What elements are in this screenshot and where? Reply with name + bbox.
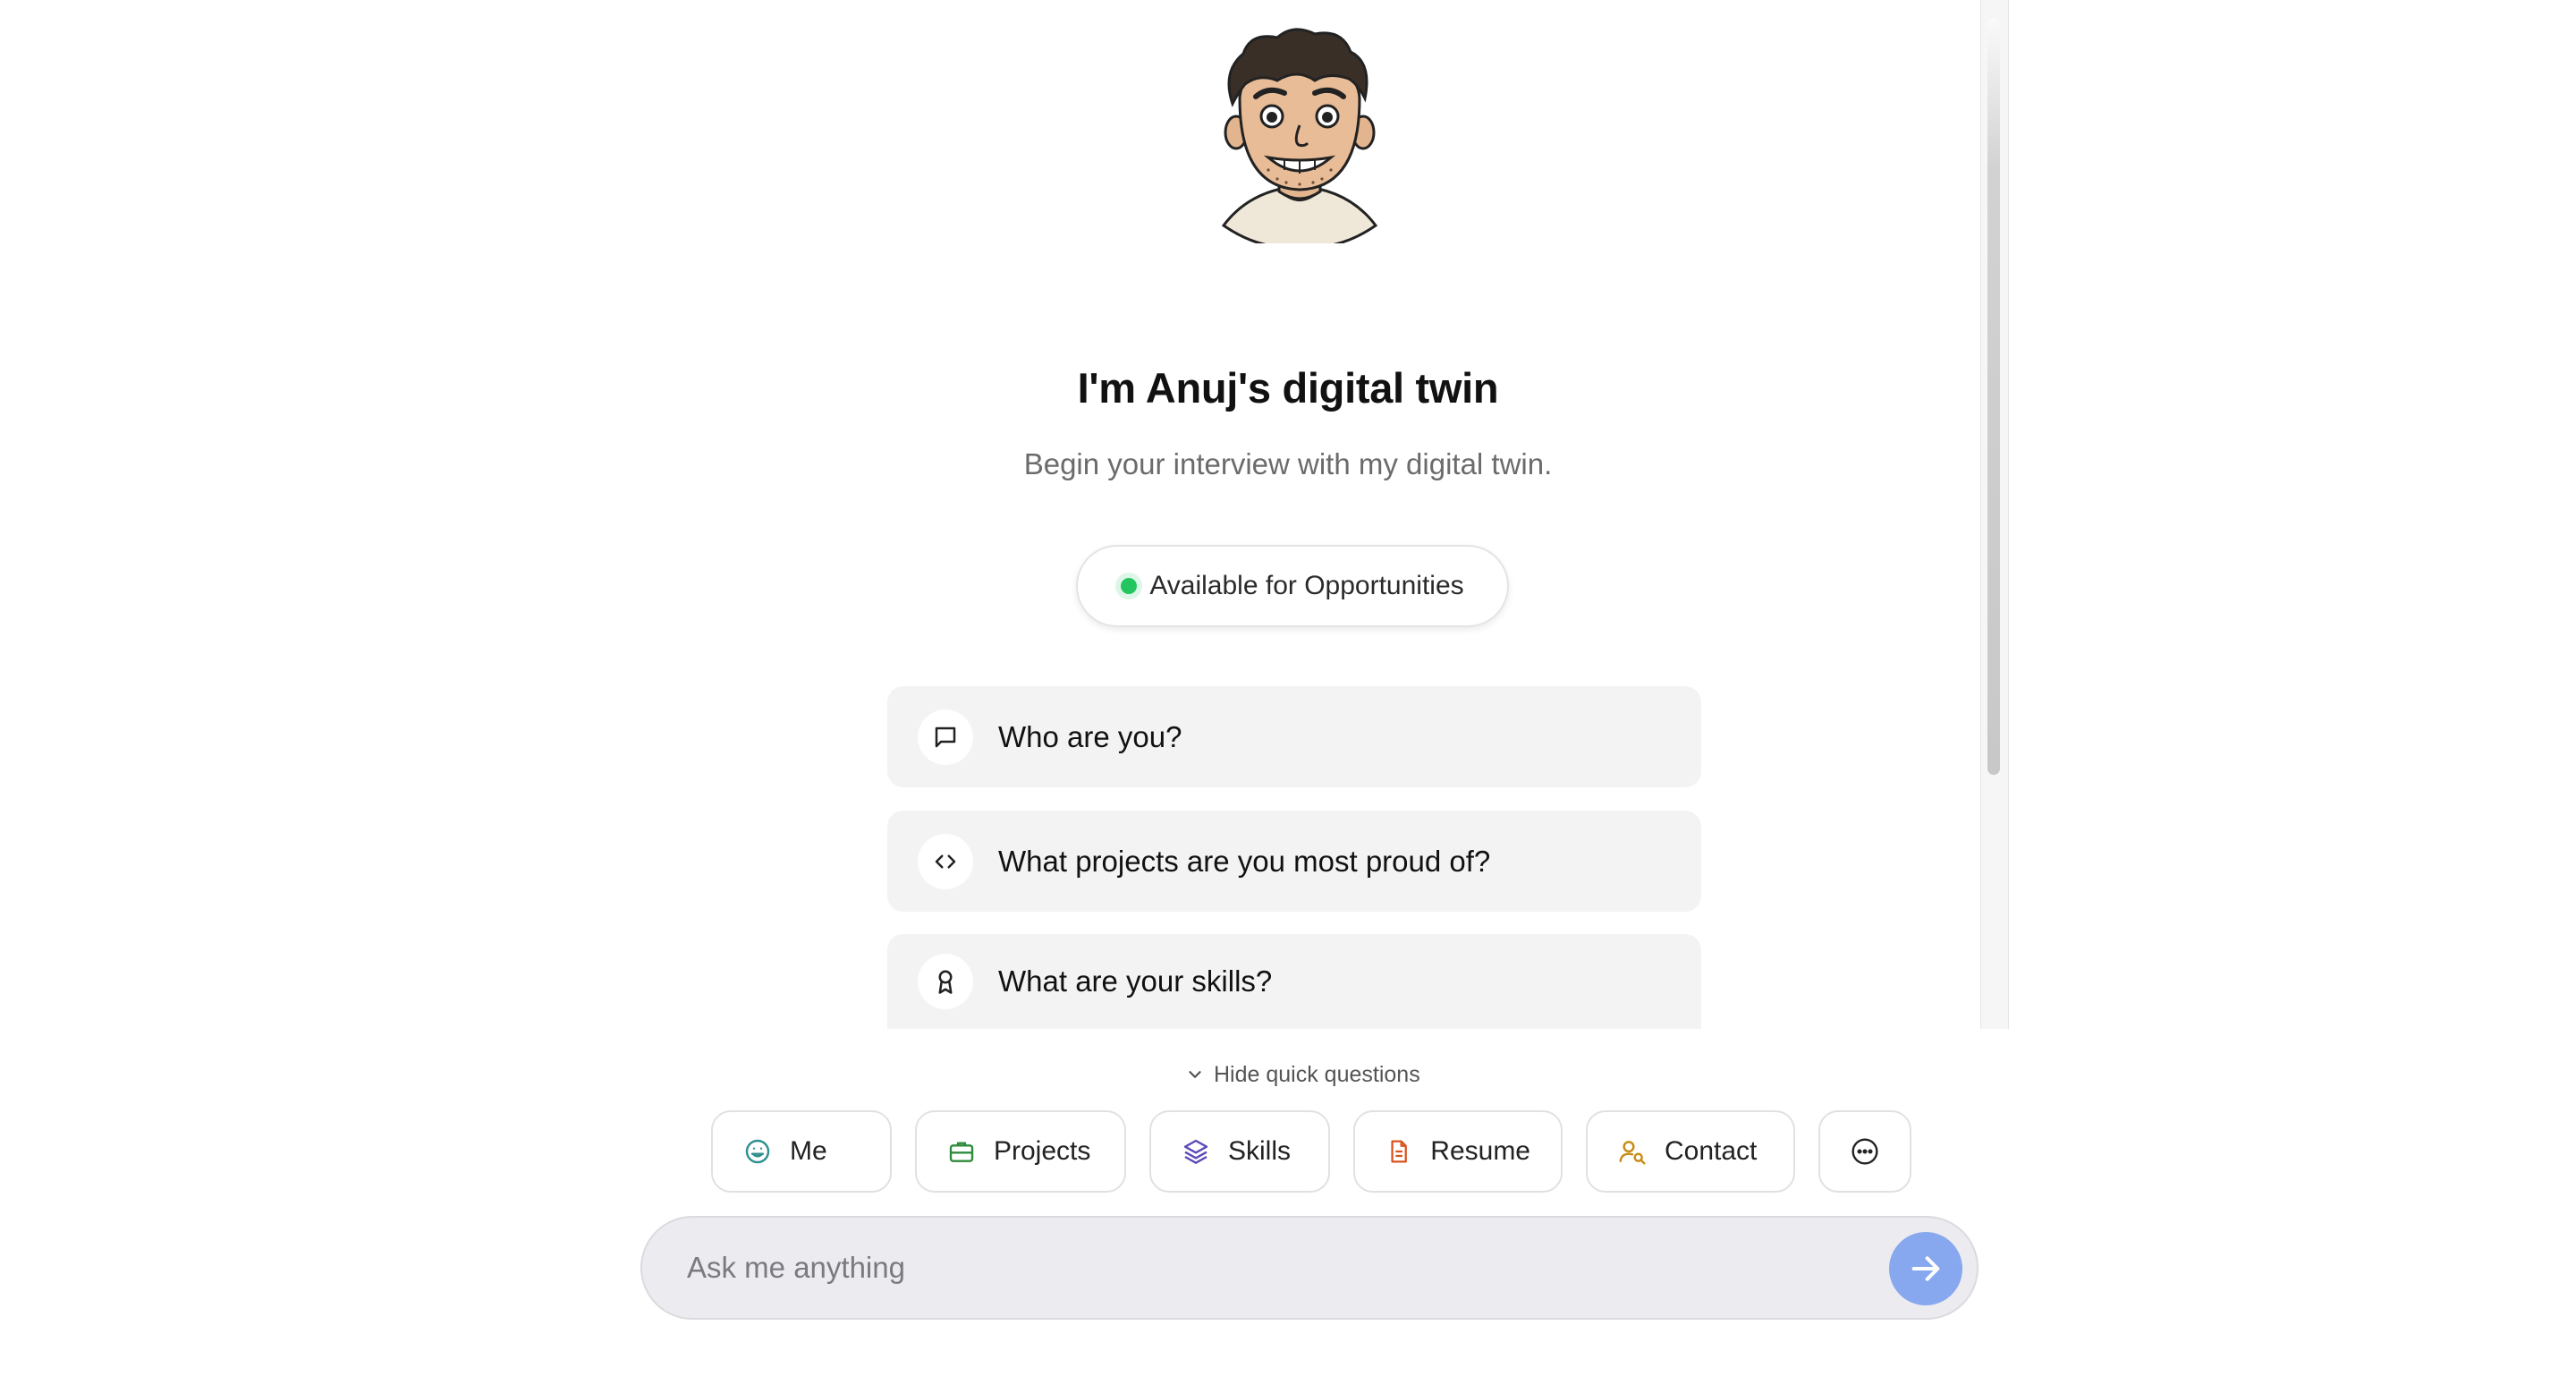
more-horizontal-icon [1852, 1138, 1878, 1165]
quick-question-label: Who are you? [998, 719, 1182, 753]
arrow-right-icon [1911, 1256, 1940, 1281]
status-dot-icon [1121, 578, 1138, 594]
chip-label: Projects [994, 1136, 1091, 1166]
chevron-down-icon [1189, 1071, 1201, 1078]
chip-me[interactable]: Me [711, 1110, 892, 1193]
chip-label: Skills [1228, 1136, 1292, 1166]
code-icon [918, 833, 973, 889]
availability-badge: Available for Opportunities [1076, 545, 1509, 627]
hide-quick-questions-toggle[interactable]: Hide quick questions [1185, 1059, 1420, 1090]
more-options-button[interactable] [1818, 1110, 1911, 1193]
chip-contact[interactable]: Contact [1586, 1110, 1795, 1193]
message-square-icon [918, 709, 973, 765]
send-button[interactable] [1889, 1232, 1962, 1305]
topic-chips: Me Projects Skills Resume Contact [711, 1110, 1911, 1193]
scrollbar-thumb[interactable] [1987, 18, 2000, 775]
user-search-icon [1619, 1141, 1646, 1165]
hide-quick-questions-label: Hide quick questions [1214, 1061, 1420, 1087]
quick-question-label: What projects are you most proud of? [998, 844, 1491, 878]
layers-icon [1183, 1139, 1208, 1164]
chat-input-container [640, 1216, 1979, 1320]
chip-label: Me [790, 1136, 827, 1166]
quick-question-who-are-you[interactable]: Who are you? [887, 686, 1701, 787]
page-title: I'm Anuj's digital twin [1077, 364, 1499, 412]
chip-resume[interactable]: Resume [1353, 1110, 1563, 1193]
file-text-icon [1391, 1140, 1407, 1163]
chip-skills[interactable]: Skills [1149, 1110, 1330, 1193]
chip-label: Resume [1430, 1136, 1530, 1166]
smile-icon [745, 1139, 770, 1164]
availability-label: Available for Opportunities [1149, 571, 1464, 600]
briefcase-icon [949, 1142, 974, 1162]
chip-projects[interactable]: Projects [915, 1110, 1126, 1193]
quick-question-label: What are your skills? [998, 964, 1273, 998]
award-icon [918, 954, 973, 1009]
chip-label: Contact [1665, 1136, 1758, 1166]
quick-question-projects[interactable]: What projects are you most proud of? [887, 811, 1701, 912]
avatar [1215, 27, 1385, 243]
chat-input[interactable] [685, 1250, 1816, 1286]
quick-question-skills[interactable]: What are your skills? [887, 934, 1701, 1029]
page-subtitle: Begin your interview with my digital twi… [1023, 447, 1553, 480]
